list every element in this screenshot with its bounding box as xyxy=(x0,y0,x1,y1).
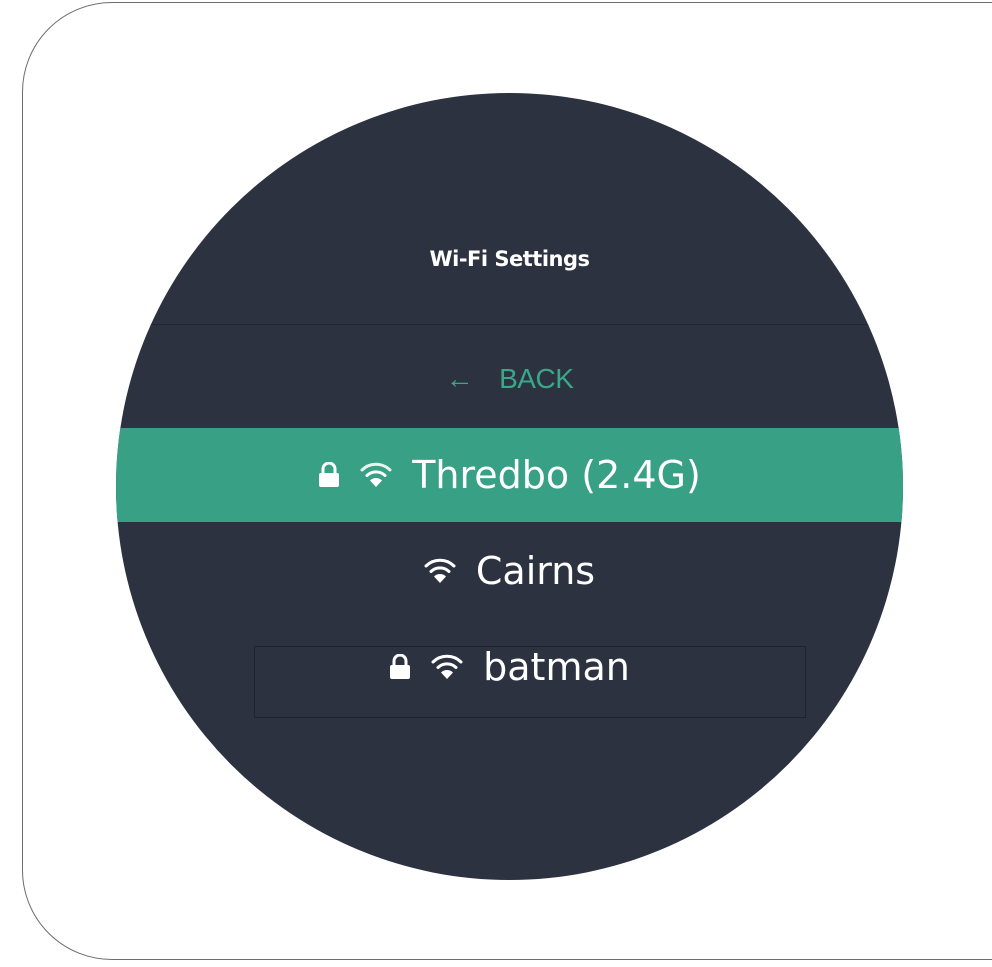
page-title: Wi-Fi Settings xyxy=(429,247,590,271)
lock-icon xyxy=(318,462,340,488)
wifi-icon xyxy=(424,558,456,584)
network-name: Cairns xyxy=(475,549,596,593)
round-display: Wi-Fi Settings ← BACK Thredbo (2.4G) Cai… xyxy=(116,93,903,880)
wifi-icon xyxy=(360,462,392,488)
back-label: BACK xyxy=(499,363,574,394)
network-name: batman xyxy=(483,645,630,689)
arrow-left-icon: ← xyxy=(445,363,474,394)
header-divider xyxy=(116,324,903,325)
network-item-batman[interactable]: batman xyxy=(116,620,903,714)
back-button[interactable]: ← BACK xyxy=(116,363,903,395)
wifi-icon xyxy=(431,654,463,680)
lock-icon xyxy=(389,654,411,680)
network-item-thredbo[interactable]: Thredbo (2.4G) xyxy=(116,428,903,522)
network-name: Thredbo (2.4G) xyxy=(412,453,701,497)
network-item-cairns[interactable]: Cairns xyxy=(116,524,903,618)
